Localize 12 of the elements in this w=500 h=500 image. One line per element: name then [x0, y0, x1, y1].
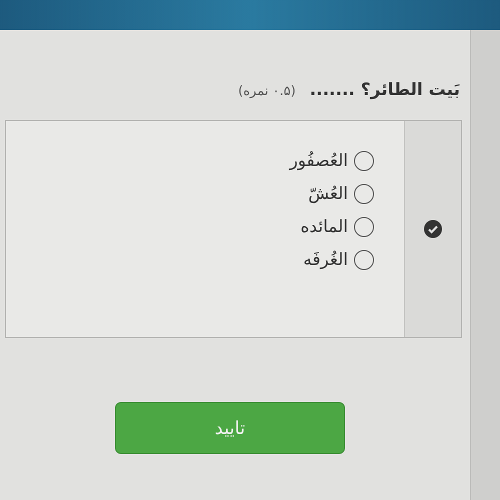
radio-button[interactable]: [354, 217, 374, 237]
submit-button[interactable]: تایید: [115, 402, 345, 454]
radio-button[interactable]: [354, 184, 374, 204]
question-text: بَيت الطائر؟ .......: [310, 80, 460, 100]
radio-button[interactable]: [354, 250, 374, 270]
option-label: الغُرفَه: [303, 250, 348, 270]
radio-button[interactable]: [354, 151, 374, 171]
check-icon: [424, 220, 442, 238]
option-label: المائده: [300, 217, 348, 237]
option-label: العُصفُور: [290, 151, 348, 171]
points-label: (۰.۵ نمره): [238, 84, 296, 99]
option-label: العُشّ: [308, 184, 348, 204]
